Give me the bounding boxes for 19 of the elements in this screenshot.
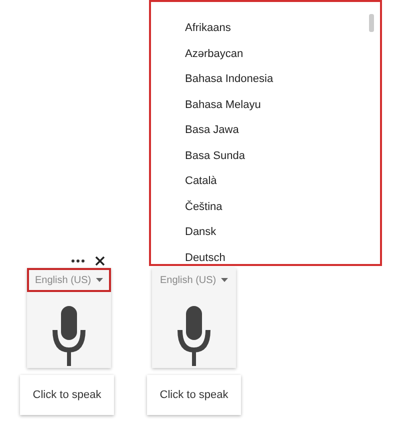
language-option[interactable]: Bahasa Melayu (185, 92, 380, 118)
language-option[interactable]: Català (185, 169, 380, 194)
caret-icon (96, 278, 103, 282)
microphone-icon[interactable] (52, 306, 86, 368)
scrollbar-thumb[interactable] (369, 14, 374, 32)
language-option[interactable]: Bahasa Indonesia (185, 67, 380, 92)
language-option[interactable]: Basa Jawa (185, 118, 380, 144)
caret-icon (221, 278, 228, 282)
language-option[interactable]: Afrikaans (185, 16, 380, 42)
more-icon[interactable] (71, 259, 85, 263)
tooltip: Click to speak (147, 375, 241, 415)
language-option[interactable]: Deutsch (185, 246, 380, 271)
language-option[interactable]: Azərbaycan (185, 42, 380, 67)
tooltip: Click to speak (20, 375, 114, 415)
close-icon[interactable] (95, 256, 105, 266)
microphone-icon[interactable] (177, 306, 211, 368)
language-option[interactable]: Čeština (185, 194, 380, 220)
language-option[interactable]: Basa Sunda (185, 144, 380, 169)
language-option[interactable]: Dansk (185, 220, 380, 246)
